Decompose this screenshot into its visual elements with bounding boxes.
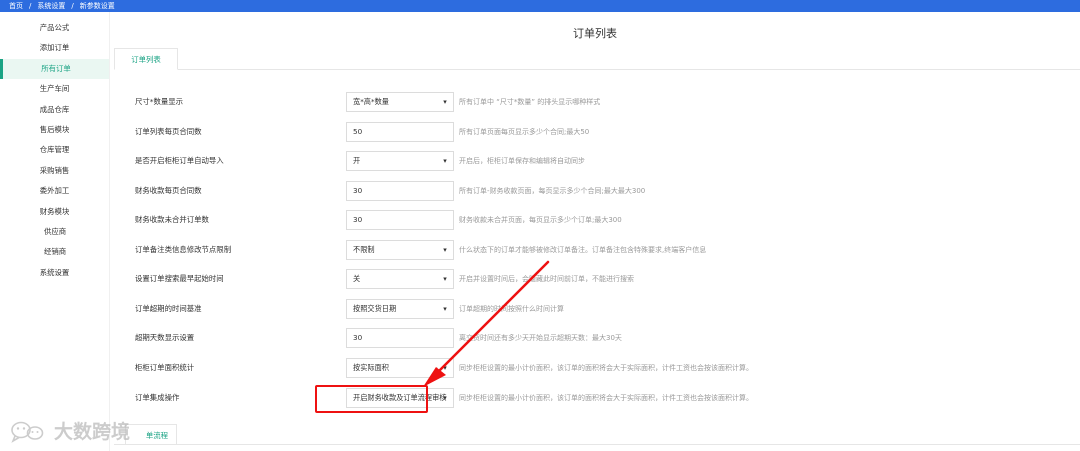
input-value: 30 [353,186,363,195]
setting-label: 订单列表每页合同数 [135,127,202,136]
setting-description: 订单超期的时间按照什么时间计算 [459,305,564,313]
sidebar-item-finished-warehouse[interactable]: 成品仓库 [0,100,109,120]
setting-row: 是否开启柜柜订单自动导入 开 ▾ 开启后，柜柜订单保存和编辑将自动同步 [135,151,1075,171]
select-value: 关 [353,274,361,283]
chevron-down-icon: ▾ [443,275,447,283]
setting-label: 订单集成操作 [135,393,180,402]
chevron-down-icon: ▾ [443,305,447,313]
setting-row: 订单超期的时间基准 按照交货日期 ▾ 订单超期的时间按照什么时间计算 [135,299,1075,319]
search-start-time-select[interactable]: 关 ▾ [346,269,454,289]
sidebar-item-finance[interactable]: 财务模块 [0,202,109,222]
chevron-down-icon: ▾ [443,394,447,402]
sidebar-item-outsourcing[interactable]: 委外加工 [0,181,109,201]
breadcrumb: 首页 / 系统设置 / 新参数设置 [0,0,1080,12]
setting-description: 同步柜柜设置的最小计价面积，该订单的面积将会大于实际面积，计件工资也会按该面积计… [459,364,753,372]
page-title: 订单列表 [573,27,617,40]
auto-import-select[interactable]: 开 ▾ [346,151,454,171]
setting-description: 开启并设置时间后，会隐藏此时间前订单，不能进行搜索 [459,275,634,283]
annotation-highlight-box [315,385,428,413]
setting-label: 尺寸*数量显示 [135,97,184,106]
sidebar-item-workshop[interactable]: 生产车间 [0,79,109,99]
main-content: 订单列表 订单列表 尺寸*数量显示 宽*高*数量 ▾ 所有订单中 “尺寸*数量” … [110,12,1080,451]
select-value: 开 [353,156,361,165]
watermark: 大数跨境 [10,418,130,444]
setting-row: 超期天数显示设置 30 离交货时间还有多少天开始显示超期天数：最大30天 [135,328,1075,348]
setting-label: 订单超期的时间基准 [135,304,202,313]
setting-description: 什么状态下的订单才能够被修改订单备注。订单备注包含特殊要求,终端客户信息 [459,246,707,254]
select-value: 按实际面积 [353,363,389,372]
input-value: 30 [353,333,363,342]
setting-description: 离交货时间还有多少天开始显示超期天数：最大30天 [459,334,622,342]
input-value: 30 [353,215,363,224]
breadcrumb-separator: / [29,2,32,10]
setting-description: 所有订单页面每页显示多少个合同;最大50 [459,128,590,136]
overdue-basis-select[interactable]: 按照交货日期 ▾ [346,299,454,319]
overdue-days-input[interactable]: 30 [346,328,454,348]
setting-row: 订单备注类信息修改节点限制 不限制 ▾ 什么状态下的订单才能够被修改订单备注。订单… [135,240,1075,260]
wechat-logo-icon [11,421,44,443]
setting-label: 财务收款每页合同数 [135,186,202,195]
setting-row: 设置订单搜索最早起始时间 关 ▾ 开启并设置时间后，会隐藏此时间前订单，不能进行搜… [135,269,1075,289]
chevron-down-icon: ▾ [443,98,447,106]
orders-per-page-input[interactable]: 50 [346,122,454,142]
sidebar: 产品公式 添加订单 所有订单 生产车间 成品仓库 售后模块 仓库管理 采购销售 … [0,12,110,451]
tab-order-list[interactable]: 订单列表 [114,48,178,70]
sidebar-item-purchase-sales[interactable]: 采购销售 [0,161,109,181]
finance-per-page-input[interactable]: 30 [346,181,454,201]
setting-label: 设置订单搜索最早起始时间 [135,274,224,283]
select-value: 按照交货日期 [353,304,397,313]
setting-row: 财务收款未合并订单数 30 财务收款未合并页面，每页显示多少个订单;最大300 [135,210,1075,230]
sidebar-item-all-orders[interactable]: 所有订单 [0,58,109,80]
sidebar-item-dealer[interactable]: 经销商 [0,242,109,262]
setting-label: 柜柜订单面积统计 [135,363,195,372]
divider [114,444,1080,445]
cabinet-area-select[interactable]: 按实际面积 ▾ [346,358,454,378]
setting-description: 开启后，柜柜订单保存和编辑将自动同步 [459,157,585,165]
setting-row: 订单列表每页合同数 50 所有订单页面每页显示多少个合同;最大50 [135,122,1075,142]
setting-row: 尺寸*数量显示 宽*高*数量 ▾ 所有订单中 “尺寸*数量” 的排头显示哪种样式 [135,92,1075,112]
setting-label: 订单备注类信息修改节点限制 [135,245,232,254]
sidebar-item-system-settings[interactable]: 系统设置 [0,263,109,283]
input-value: 50 [353,127,363,136]
breadcrumb-separator: / [71,2,74,10]
chevron-down-icon: ▾ [443,246,447,254]
setting-row: 财务收款每页合同数 30 所有订单-财务收款页面，每页显示多少个合同;最大最大3… [135,181,1075,201]
setting-row: 柜柜订单面积统计 按实际面积 ▾ 同步柜柜设置的最小计价面积，该订单的面积将会大于… [135,358,1075,378]
tab-order-process[interactable]: 单流程 [125,424,177,445]
setting-label: 超期天数显示设置 [135,333,195,342]
breadcrumb-page: 新参数设置 [79,2,115,10]
setting-description: 财务收款未合并页面，每页显示多少个订单;最大300 [459,216,622,224]
sidebar-item-after-sales[interactable]: 售后模块 [0,120,109,140]
setting-description: 同步柜柜设置的最小计价面积，该订单的面积将会大于实际面积，计件工资也会按该面积计… [459,394,753,402]
chevron-down-icon: ▾ [443,157,447,165]
breadcrumb-section[interactable]: 系统设置 [37,2,65,10]
sidebar-item-add-order[interactable]: 添加订单 [0,38,109,58]
remark-edit-limit-select[interactable]: 不限制 ▾ [346,240,454,260]
breadcrumb-home[interactable]: 首页 [9,2,23,10]
finance-unmerged-input[interactable]: 30 [346,210,454,230]
sidebar-item-supplier[interactable]: 供应商 [0,222,109,242]
select-value: 宽*高*数量 [353,97,389,106]
setting-description: 所有订单-财务收款页面，每页显示多少个合同;最大最大300 [459,187,646,195]
tab-bar: 订单列表 [114,48,1080,70]
select-value: 不限制 [353,245,375,254]
setting-row: 订单集成操作 开启财务收款及订单流程审核 ▾ 同步柜柜设置的最小计价面积，该订单的… [135,388,1075,408]
watermark-text: 大数跨境 [54,420,131,443]
setting-label: 财务收款未合并订单数 [135,215,209,224]
sidebar-item-warehouse[interactable]: 仓库管理 [0,140,109,160]
size-qty-display-select[interactable]: 宽*高*数量 ▾ [346,92,454,112]
setting-label: 是否开启柜柜订单自动导入 [135,156,224,165]
chevron-down-icon: ▾ [443,364,447,372]
setting-description: 所有订单中 “尺寸*数量” 的排头显示哪种样式 [459,98,601,106]
sidebar-item-product-formula[interactable]: 产品公式 [0,18,109,38]
